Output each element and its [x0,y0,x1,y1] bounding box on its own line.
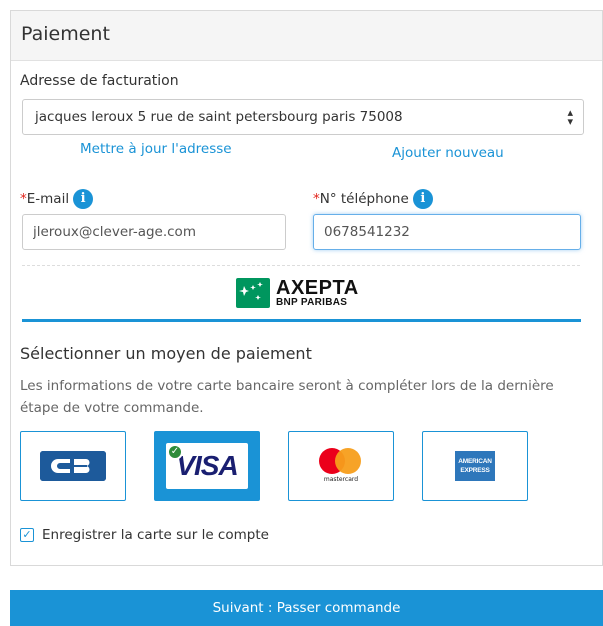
required-marker: * [20,191,27,207]
payment-method-cb[interactable] [20,431,126,501]
email-label: *E-mail i [20,189,94,209]
axepta-logo: AXEPTA BNP PARIBAS [236,278,359,308]
add-address-link[interactable]: Ajouter nouveau [392,145,504,161]
mastercard-logo: mastercard [311,446,371,486]
visa-logo: VISA [176,450,238,481]
payment-method-amex[interactable]: AMERICAN EXPRESS [422,431,528,501]
phone-label: *N° téléphone i [313,189,433,209]
amex-logo: AMERICAN EXPRESS [455,451,495,481]
axepta-name: AXEPTA [276,277,359,299]
payment-method-mastercard[interactable]: mastercard [288,431,394,501]
save-card-checkbox[interactable]: ✓ [20,528,34,542]
billing-address-label: Adresse de facturation [20,73,179,89]
billing-address-value: jacques leroux 5 rue de saint petersbour… [35,109,403,125]
required-marker: * [313,191,320,207]
check-icon: ✓ [167,444,183,460]
page-title: Paiement [21,23,110,45]
phone-label-text: N° téléphone [319,191,409,207]
mastercard-label: mastercard [323,476,359,483]
save-card-row[interactable]: ✓ Enregistrer la carte sur le compte [20,527,269,543]
next-order-button[interactable]: Suivant : Passer commande [10,590,603,626]
panel-header: Paiement [11,11,602,61]
email-label-text: E-mail [26,191,70,207]
save-card-label: Enregistrer la carte sur le compte [42,527,269,543]
payment-method-visa[interactable]: VISA ✓ [154,431,260,501]
billing-address-select[interactable]: jacques leroux 5 rue de saint petersbour… [22,99,584,135]
bnp-stars-icon [236,278,270,308]
update-address-link[interactable]: Mettre à jour l'adresse [80,141,232,157]
info-icon[interactable]: i [412,189,433,209]
axepta-subname: BNP PARIBAS [276,297,348,308]
payment-method-title: Sélectionner un moyen de paiement [20,344,312,363]
payment-description: Les informations de votre carte bancaire… [20,378,554,416]
cb-logo [40,451,106,481]
select-arrows-icon: ▴ ▾ [567,106,573,128]
info-icon[interactable]: i [73,189,94,209]
axepta-banner: AXEPTA BNP PARIBAS [22,266,581,322]
email-field[interactable] [22,214,286,250]
phone-field[interactable] [313,214,581,250]
